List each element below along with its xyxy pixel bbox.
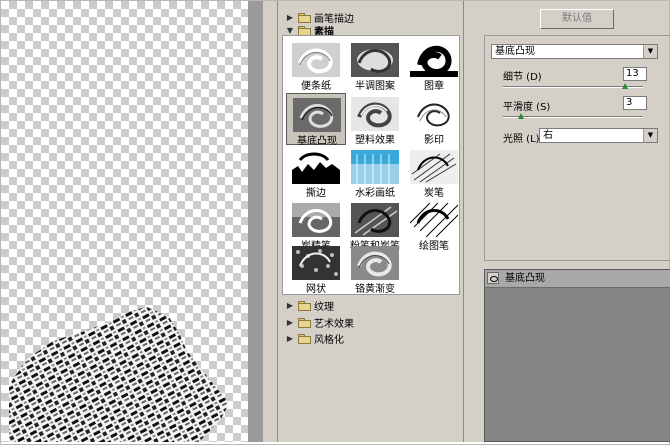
- folder-icon: [298, 300, 311, 311]
- detail-label: 细节 (D): [503, 72, 542, 83]
- folder-icon: [298, 12, 311, 23]
- thumb-stamp[interactable]: 图章: [404, 39, 464, 92]
- defaults-button[interactable]: 默认值: [540, 9, 614, 29]
- thumb-water-paper[interactable]: 水彩画纸: [345, 146, 405, 199]
- chevron-down-icon: ▼: [643, 129, 657, 142]
- effect-layers-list: 基底凸现: [484, 269, 670, 442]
- bas-relief-thumbnail-icon: [293, 98, 341, 132]
- detail-slider-handle[interactable]: [621, 83, 628, 89]
- thumb-photocopy[interactable]: 影印: [404, 93, 464, 146]
- thumb-charcoal[interactable]: 炭笔: [404, 146, 464, 199]
- light-label: 光照 (L):: [503, 134, 543, 145]
- filter-options-box: 基底凸现 ▼ 细节 (D) 13 平滑度 (S) 3 光照 (L): 右 ▼: [484, 35, 670, 261]
- expand-arrow-icon: ▶: [286, 300, 294, 310]
- divider-strip: [263, 1, 277, 442]
- filter-gallery: ▶ 画笔描边 ▼ 素描 便条纸 半调图案 图章 基底凸现 塑料效果 影印 撕边 …: [277, 1, 463, 442]
- filter-settings-panel: 默认值 基底凸现 ▼ 细节 (D) 13 平滑度 (S) 3 光照 (L): 右…: [463, 1, 670, 442]
- eye-icon[interactable]: [487, 272, 499, 284]
- detail-input[interactable]: 13: [623, 67, 647, 81]
- expand-arrow-icon: ▶: [286, 317, 294, 327]
- thumb-torn-edges[interactable]: 撕边: [286, 146, 346, 199]
- thumb-bas-relief[interactable]: 基底凸现: [286, 93, 346, 147]
- smoothness-slider-handle[interactable]: [518, 113, 525, 119]
- thumb-halftone-pattern[interactable]: 半调图案: [345, 39, 405, 92]
- filtered-image-preview: [9, 307, 229, 442]
- preview-canvas[interactable]: [1, 1, 248, 442]
- expand-arrow-icon: ▶: [286, 12, 294, 22]
- chalk-charcoal-thumbnail-icon: [351, 203, 399, 237]
- chevron-down-icon: ▼: [643, 45, 657, 58]
- category-texture[interactable]: ▶ 纹理: [284, 297, 460, 313]
- charcoal-thumbnail-icon: [410, 150, 458, 184]
- folder-open-icon: [298, 25, 311, 36]
- reticulation-thumbnail-icon: [292, 246, 340, 280]
- folder-icon: [298, 317, 311, 328]
- filter-select[interactable]: 基底凸现 ▼: [491, 44, 658, 59]
- folder-icon: [298, 333, 311, 344]
- chrome-thumbnail-icon: [351, 246, 399, 280]
- category-stylize[interactable]: ▶ 风格化: [284, 330, 460, 346]
- preview-scroll-strip: [248, 1, 263, 442]
- thumb-reticulation[interactable]: 网状: [286, 242, 346, 295]
- thumb-plastic-wrap[interactable]: 塑料效果: [345, 93, 405, 146]
- effect-layer-row[interactable]: 基底凸现: [485, 270, 670, 288]
- thumb-chrome[interactable]: 铬黄渐变: [345, 242, 405, 295]
- note-paper-thumbnail-icon: [292, 43, 340, 77]
- filter-thumbnails: 便条纸 半调图案 图章 基底凸现 塑料效果 影印 撕边 水彩画纸 炭笔 绘图笔 …: [282, 35, 460, 295]
- thumb-graphic-pen[interactable]: 绘图笔: [404, 199, 464, 252]
- conte-crayon-thumbnail-icon: [292, 203, 340, 237]
- torn-edges-thumbnail-icon: [292, 150, 340, 184]
- light-select[interactable]: 右 ▼: [539, 128, 658, 143]
- graphic-pen-thumbnail-icon: [410, 203, 458, 237]
- stamp-thumbnail-icon: [410, 43, 458, 77]
- smoothness-input[interactable]: 3: [623, 96, 647, 110]
- photocopy-thumbnail-icon: [410, 97, 458, 131]
- category-artistic[interactable]: ▶ 艺术效果: [284, 314, 460, 330]
- plastic-wrap-thumbnail-icon: [351, 97, 399, 131]
- halftone-thumbnail-icon: [351, 43, 399, 77]
- smoothness-label: 平滑度 (S): [503, 102, 551, 113]
- thumb-note-paper[interactable]: 便条纸: [286, 39, 346, 92]
- collapse-arrow-icon: ▼: [286, 25, 294, 35]
- expand-arrow-icon: ▶: [286, 333, 294, 343]
- water-paper-thumbnail-icon: [351, 150, 399, 184]
